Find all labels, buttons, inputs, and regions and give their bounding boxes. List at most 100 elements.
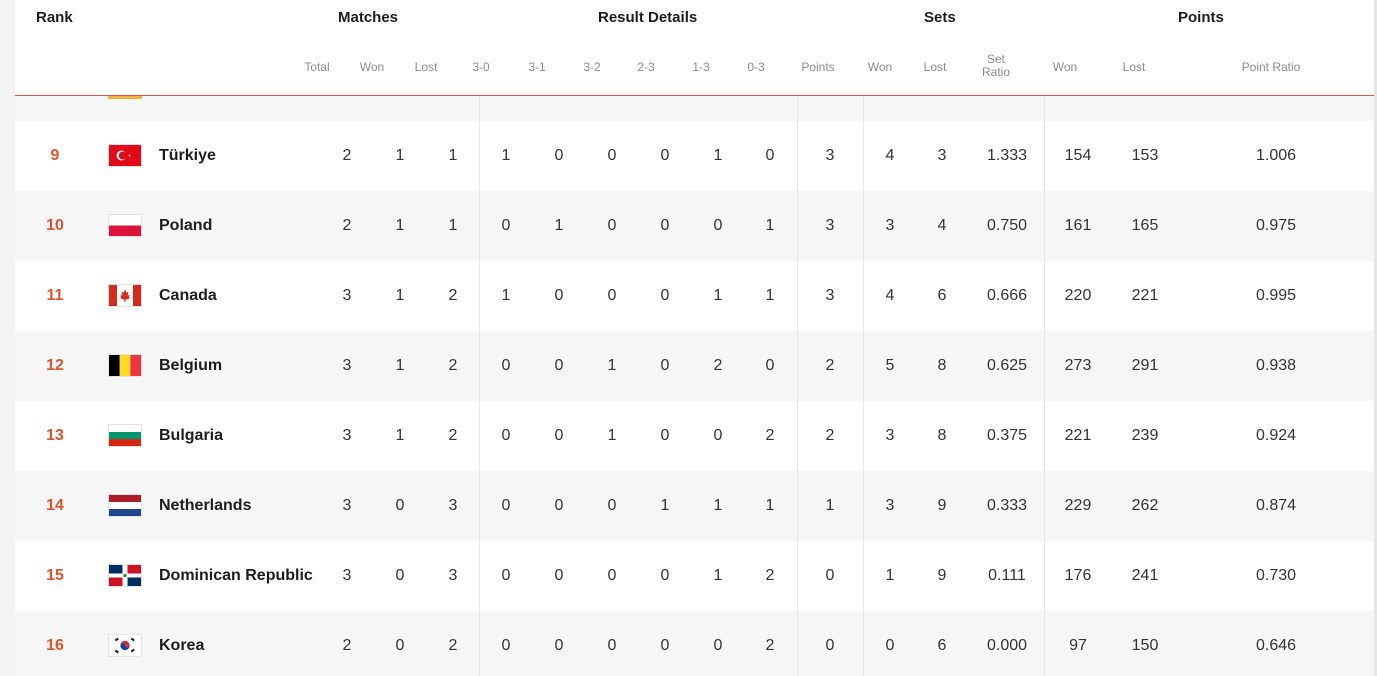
partial-flag-icon — [108, 96, 142, 99]
col-3-0[interactable]: 3-0 — [456, 60, 506, 74]
col-0-3[interactable]: 0-3 — [731, 60, 781, 74]
r30-cell: 1 — [501, 287, 511, 304]
p-lost-cell: 239 — [1131, 427, 1159, 444]
r30-cell: 0 — [501, 427, 511, 444]
p-lost-cell: 291 — [1131, 357, 1159, 374]
table-row[interactable]: 16 Korea 2 0 2 0 0 0 0 0 2 0 0 6 0.000 97 150 0.646 — [15, 611, 1374, 676]
team-name[interactable]: Dominican Republic — [159, 541, 313, 611]
col-point-ratio[interactable]: Point Ratio — [1226, 60, 1316, 74]
table-row[interactable]: 15 Dominican Republic 3 0 3 0 0 0 0 1 2 0 1 9 0.111 176… — [15, 541, 1374, 611]
col-3-2[interactable]: 3-2 — [567, 60, 617, 74]
flag-canada-icon — [108, 284, 142, 307]
r13-cell: 0 — [713, 427, 723, 444]
table-body: 9 Türkiye 2 1 1 1 0 0 0 1 0 3 4 3 1.333 154 153 1.006 10 Po… — [15, 96, 1374, 676]
total-cell: 2 — [342, 637, 352, 654]
r31-cell: 0 — [554, 287, 564, 304]
flag-poland-icon — [108, 214, 142, 237]
pts-cell: 0 — [825, 637, 835, 654]
point-ratio-cell: 0.938 — [1255, 357, 1297, 374]
flag-netherlands-icon — [108, 494, 142, 517]
col-points-won[interactable]: Won — [1040, 60, 1090, 74]
r03-cell: 1 — [765, 287, 775, 304]
rank-cell: 14 — [46, 497, 64, 514]
s-lost-cell: 6 — [937, 287, 947, 304]
team-name[interactable]: Canada — [159, 261, 217, 331]
s-won-cell: 4 — [885, 147, 895, 164]
set-ratio-cell: 0.625 — [986, 357, 1028, 374]
pts-cell: 3 — [825, 147, 835, 164]
flag-belgium-icon — [108, 354, 142, 377]
table-row[interactable]: 10 Poland 2 1 1 0 1 0 0 0 1 3 3 4 0.750 161 165 0.975 — [15, 191, 1374, 261]
table-row[interactable]: 13 Bulgaria 3 1 2 0 0 1 0 0 2 2 3 8 0.375 221 239 0.924 — [15, 401, 1374, 471]
table-row[interactable]: 12 Belgium 3 1 2 0 0 1 0 2 0 2 5 8 0.625 273 291 0.938 — [15, 331, 1374, 401]
team-name[interactable]: Korea — [159, 611, 204, 676]
r30-cell: 0 — [501, 637, 511, 654]
s-won-cell: 4 — [885, 287, 895, 304]
col-matches-won[interactable]: Won — [347, 60, 397, 74]
col-total[interactable]: Total — [292, 60, 342, 74]
pts-cell: 2 — [825, 357, 835, 374]
s-lost-cell: 9 — [937, 497, 947, 514]
s-won-cell: 3 — [885, 217, 895, 234]
flag-korea-icon — [108, 634, 142, 657]
p-won-cell: 220 — [1064, 287, 1092, 304]
r23-cell: 0 — [660, 427, 670, 444]
s-lost-cell: 3 — [937, 147, 947, 164]
team-name[interactable]: Netherlands — [159, 471, 251, 541]
standings-table: Rank Matches Result Details Sets Points … — [15, 0, 1374, 676]
table-row[interactable]: 11 Canada 3 1 2 1 0 0 0 1 1 3 4 6 0.666 220 221 0.995 — [15, 261, 1374, 331]
r32-cell: 0 — [607, 497, 617, 514]
total-cell: 3 — [342, 567, 352, 584]
won-cell: 1 — [395, 357, 405, 374]
s-won-cell: 1 — [885, 567, 895, 584]
pts-cell: 1 — [825, 497, 835, 514]
won-cell: 0 — [395, 567, 405, 584]
s-lost-cell: 6 — [937, 637, 947, 654]
won-cell: 0 — [395, 497, 405, 514]
rank-cell: 11 — [46, 287, 64, 304]
r23-cell: 1 — [660, 497, 670, 514]
won-cell: 0 — [395, 637, 405, 654]
col-points-lost[interactable]: Lost — [1109, 60, 1159, 74]
set-ratio-cell: 0.375 — [986, 427, 1028, 444]
team-name[interactable]: Türkiye — [159, 121, 216, 191]
col-matches-lost[interactable]: Lost — [401, 60, 451, 74]
table-row[interactable]: 9 Türkiye 2 1 1 1 0 0 0 1 0 3 4 3 1.333 154 153 1.006 — [15, 121, 1374, 191]
rank-cell: 10 — [46, 217, 64, 234]
point-ratio-cell: 1.006 — [1255, 147, 1297, 164]
p-lost-cell: 241 — [1131, 567, 1159, 584]
pts-cell: 3 — [825, 217, 835, 234]
col-sets-won[interactable]: Won — [855, 60, 905, 74]
col-3-1[interactable]: 3-1 — [512, 60, 562, 74]
s-lost-cell: 4 — [937, 217, 947, 234]
table-row[interactable]: 14 Netherlands 3 0 3 0 0 0 1 1 1 1 3 9 0.333 229 262 0.87… — [15, 471, 1374, 541]
column-divider — [479, 96, 480, 676]
s-won-cell: 3 — [885, 427, 895, 444]
flag-turkiye-icon — [108, 144, 142, 167]
r31-cell: 0 — [554, 637, 564, 654]
r31-cell: 0 — [554, 357, 564, 374]
team-name[interactable]: Bulgaria — [159, 401, 223, 471]
lost-cell: 3 — [448, 497, 458, 514]
team-name[interactable]: Poland — [159, 191, 212, 261]
col-set-ratio[interactable]: Set Ratio — [971, 53, 1021, 79]
p-won-cell: 161 — [1064, 217, 1092, 234]
lost-cell: 2 — [448, 427, 458, 444]
col-points[interactable]: Points — [793, 60, 843, 74]
won-cell: 1 — [395, 147, 405, 164]
r23-cell: 0 — [660, 567, 670, 584]
p-lost-cell: 153 — [1131, 147, 1159, 164]
r32-cell: 1 — [607, 427, 617, 444]
team-name[interactable]: Belgium — [159, 331, 222, 401]
rank-cell: 15 — [46, 567, 64, 584]
r13-cell: 1 — [713, 567, 723, 584]
r13-cell: 1 — [713, 147, 723, 164]
r30-cell: 0 — [501, 567, 511, 584]
r13-cell: 0 — [713, 637, 723, 654]
header-rank[interactable]: Rank — [36, 9, 73, 26]
r03-cell: 2 — [765, 567, 775, 584]
col-2-3[interactable]: 2-3 — [621, 60, 671, 74]
col-1-3[interactable]: 1-3 — [676, 60, 726, 74]
col-sets-lost[interactable]: Lost — [910, 60, 960, 74]
total-cell: 2 — [342, 147, 352, 164]
